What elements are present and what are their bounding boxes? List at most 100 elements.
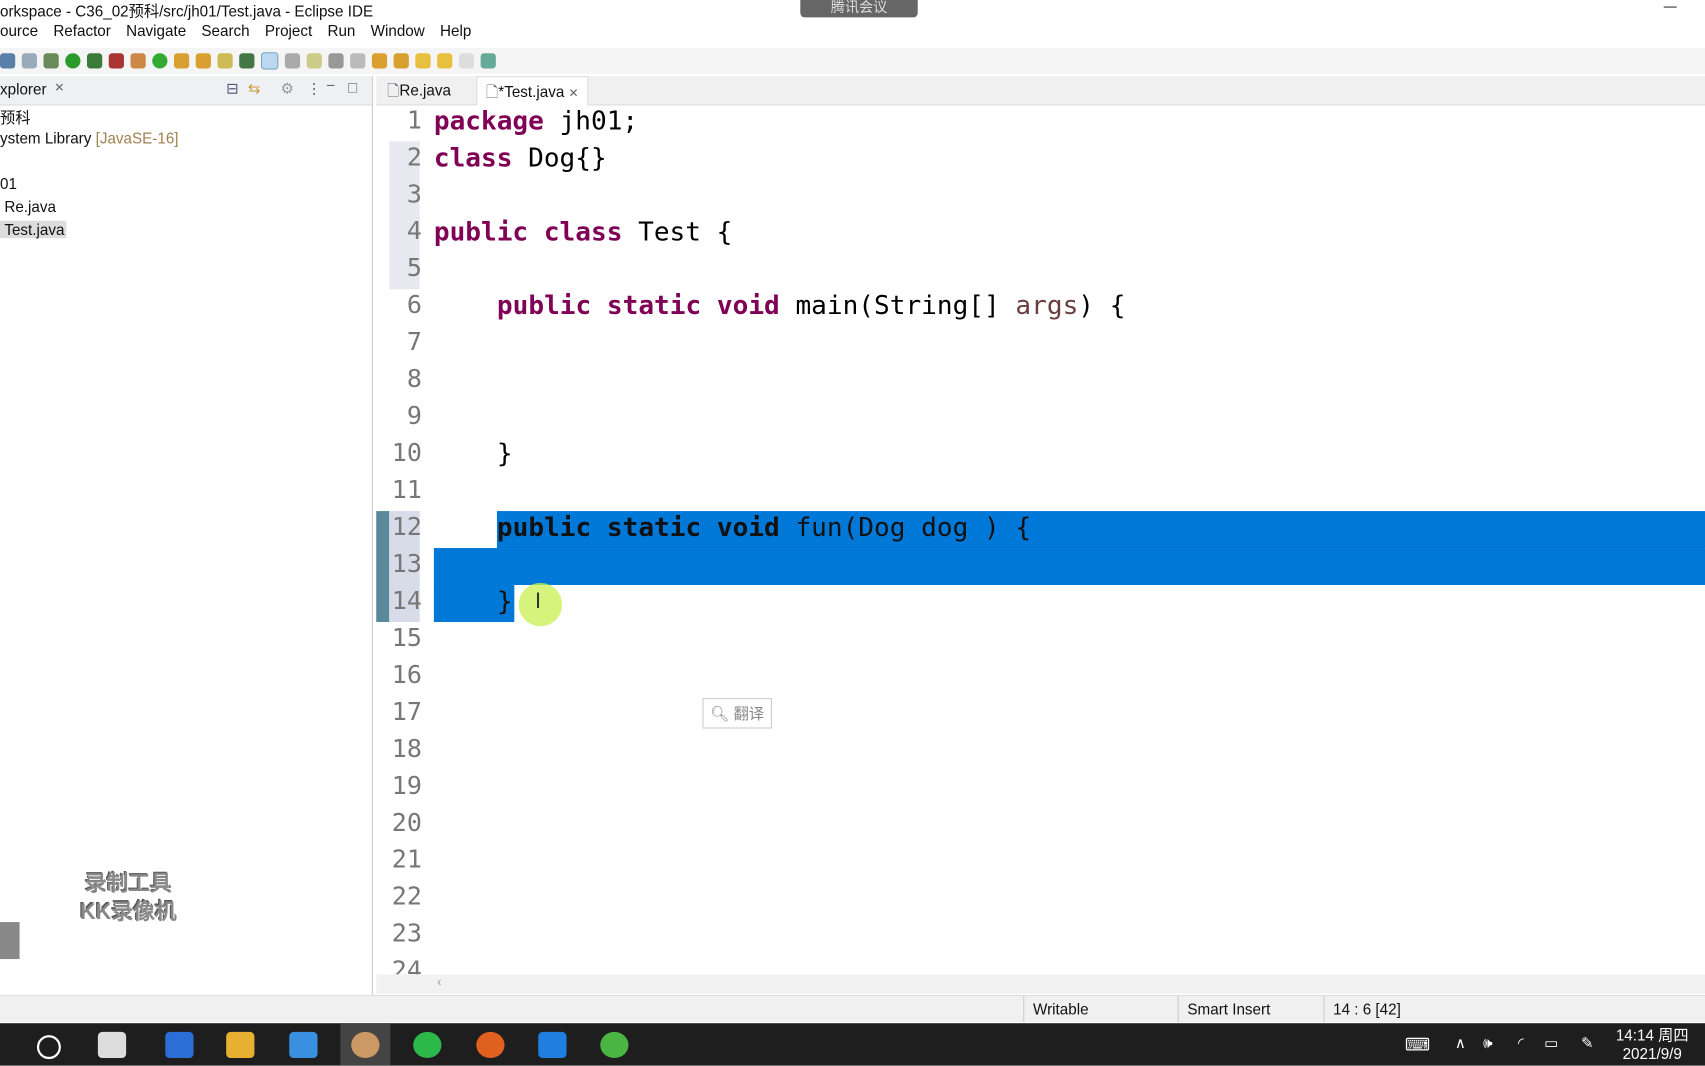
text-cursor-icon: I (534, 589, 542, 614)
menu-help[interactable]: Help (440, 22, 471, 46)
tree-item-re-java[interactable]: Re.java (4, 198, 56, 215)
run-icon[interactable] (65, 53, 81, 69)
app-icon[interactable] (476, 1031, 505, 1059)
toolbar-icon[interactable] (306, 53, 322, 69)
app-icon[interactable] (289, 1031, 318, 1059)
app-icon[interactable] (97, 1031, 127, 1059)
browser-icon[interactable] (600, 1031, 629, 1059)
close-icon[interactable]: ✕ (569, 87, 579, 100)
wifi-icon[interactable]: ◜ (1518, 1034, 1524, 1052)
menu-refactor[interactable]: Refactor (53, 22, 111, 46)
coverage-icon[interactable] (86, 53, 103, 69)
line-number: 5 (406, 254, 422, 283)
code-line-1: package jh01; (434, 105, 638, 135)
line-number: 22 (391, 882, 422, 912)
tab-test-java[interactable]: 🗋*Test.java ✕ (476, 76, 589, 106)
line-number: 7 (406, 328, 422, 357)
tab-label: *Test.java (498, 82, 565, 101)
input-method-icon[interactable]: ⌨ (1405, 1034, 1430, 1056)
toolbar-icon[interactable] (284, 53, 301, 69)
minimize-button[interactable] (1663, 6, 1677, 8)
tree-item-project[interactable]: 预科 (0, 107, 30, 129)
menu-run[interactable]: Run (327, 22, 355, 46)
side-handle[interactable] (0, 922, 20, 960)
status-insert-mode[interactable]: Smart Insert (1177, 996, 1270, 1023)
code-line-4: public class Test { (434, 216, 733, 246)
highlight-toggle-icon[interactable] (260, 52, 279, 70)
toolbar-icon[interactable] (21, 53, 37, 69)
tree-item-package[interactable]: 01 (0, 175, 17, 192)
clock[interactable]: 14:14 周四 2021/9/9 (1616, 1026, 1689, 1063)
new-class-icon[interactable] (152, 53, 168, 69)
horizontal-scrollbar[interactable]: ‹ (376, 974, 1705, 994)
line-number: 8 (406, 365, 422, 394)
view-menu-icon[interactable]: ⋮ (307, 79, 322, 97)
editor-tabs: 🗋Re.java 🗋*Test.java ✕ (376, 76, 1705, 106)
link-editor-icon[interactable]: ⇆ (248, 79, 261, 97)
menu-project[interactable]: Project (265, 22, 312, 46)
new-package-icon[interactable] (130, 53, 146, 69)
volume-icon[interactable]: 🕪︎ (1483, 1034, 1493, 1052)
search-icon: 🔍︎ (710, 704, 730, 723)
status-bar: Writable Smart Insert 14 : 6 [42] (0, 994, 1705, 1023)
tree-item-jre[interactable]: ystem Library [JavaSE-16] (0, 129, 179, 146)
code-editor[interactable]: 🗋Re.java 🗋*Test.java ✕ 1 2 3 4 5 6 7 8 9 10 11 12 13… (376, 76, 1705, 995)
wechat-icon[interactable] (413, 1031, 442, 1059)
search-icon[interactable] (217, 53, 233, 69)
eclipse-icon (351, 1031, 380, 1059)
menu-window[interactable]: Window (371, 22, 425, 46)
filter-icon[interactable]: ⚙ (281, 79, 295, 97)
app-icon[interactable] (538, 1031, 567, 1059)
keyword: public static void (496, 512, 780, 543)
code-line-10: } (496, 438, 513, 469)
pen-icon[interactable]: ✎ (1581, 1034, 1594, 1052)
debug-icon[interactable] (43, 53, 59, 69)
menu-source[interactable]: ource (0, 22, 38, 46)
tray-chevron-icon[interactable]: ∧ (1455, 1034, 1466, 1052)
toolbar-icon[interactable] (328, 53, 344, 69)
window-title: orkspace - C36_02预科/src/jh01/Test.java -… (0, 2, 374, 20)
scroll-left-icon[interactable]: ‹ (437, 974, 441, 989)
maximize-view-icon[interactable]: □ (348, 78, 357, 95)
tab-re-java[interactable]: 🗋Re.java (378, 76, 459, 104)
battery-icon[interactable]: ▭ (1544, 1034, 1558, 1052)
meeting-badge[interactable]: 腾讯会议 (800, 0, 918, 18)
line-number: 20 (391, 809, 422, 838)
line-number: 9 (406, 402, 422, 431)
code-line-14: } (496, 586, 513, 617)
forward-disabled-icon[interactable] (458, 53, 475, 69)
external-tools-icon[interactable] (108, 53, 124, 69)
line-number: 1 (406, 106, 422, 135)
file-explorer-icon[interactable] (226, 1031, 255, 1059)
back-icon[interactable] (415, 53, 431, 69)
watermark-line: KK录像机 (79, 900, 177, 925)
tree-item-jre-label: ystem Library (0, 129, 92, 147)
annotation-icon[interactable] (239, 53, 255, 69)
menu-bar: ource Refactor Navigate Search Project R… (0, 22, 471, 46)
forward-icon[interactable] (437, 53, 453, 69)
next-annotation-icon[interactable] (371, 53, 388, 69)
menu-search[interactable]: Search (201, 22, 249, 46)
menu-navigate[interactable]: Navigate (126, 22, 186, 46)
collapse-all-icon[interactable]: ⊟ (226, 79, 239, 97)
minimize-view-icon[interactable]: − (326, 76, 335, 93)
line-number: 13 (391, 550, 422, 579)
cortana-icon[interactable] (36, 1035, 61, 1060)
open-type-icon[interactable] (173, 53, 190, 69)
keyword: package (433, 105, 544, 136)
translate-popup[interactable]: 🔍︎ 翻译 (702, 698, 772, 729)
open-perspective-icon[interactable] (480, 53, 496, 69)
line-number: 15 (391, 624, 422, 653)
toolbar-icon[interactable] (0, 53, 16, 69)
line-number: 18 (391, 735, 422, 764)
translate-label: 翻译 (733, 704, 765, 723)
word-icon[interactable] (165, 1031, 194, 1059)
open-folder-icon[interactable] (195, 53, 211, 69)
tree-item-test-java[interactable]: Test.java (0, 220, 67, 239)
explorer-tab[interactable]: xplorer (0, 80, 47, 97)
prev-annotation-icon[interactable] (393, 53, 409, 69)
pilcrow-icon[interactable] (350, 53, 366, 69)
code-line-2: class Dog{} (434, 142, 607, 172)
line-number: 11 (391, 476, 422, 505)
close-icon[interactable]: ✕ (54, 80, 64, 95)
